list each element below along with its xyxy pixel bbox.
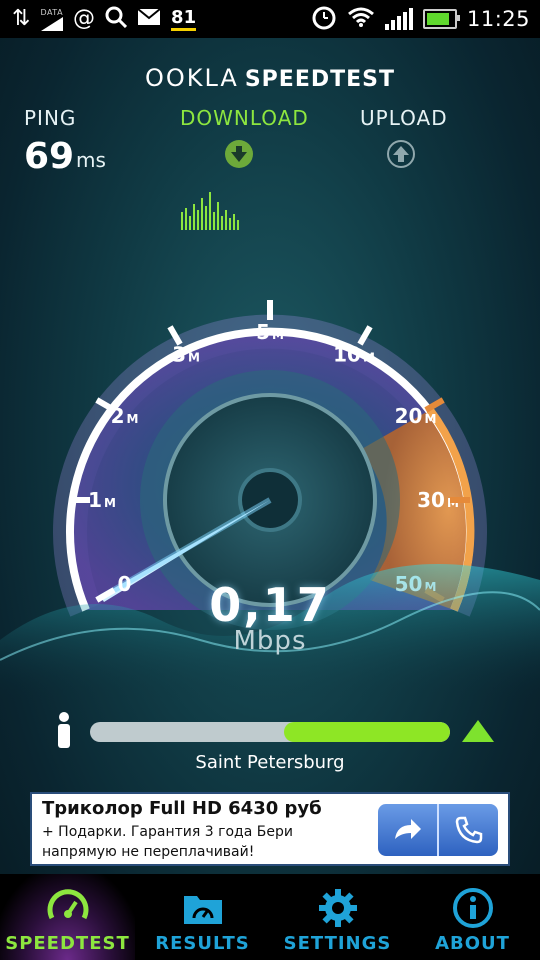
ad-text-line2: напрямую не переплачивай!	[42, 844, 255, 860]
sync-icon: ⇅	[12, 6, 31, 31]
status-bar: ⇅ DATA @ 81 11:25	[0, 0, 540, 38]
ad-text: + Подарки. Гарантия 3 года Бери напрямую…	[42, 822, 382, 862]
ad-text-line1: + Подарки. Гарантия 3 года Бери	[42, 824, 293, 840]
download-label: DOWNLOAD	[180, 106, 309, 130]
ookla-wordmark: OOKLA	[144, 64, 239, 92]
ping-label: PING	[24, 106, 77, 130]
phone-icon	[455, 816, 482, 844]
server-marker-icon	[462, 720, 494, 742]
ad-actions	[378, 804, 498, 856]
test-progress-fill	[284, 722, 450, 742]
speed-readout: 0,17	[209, 578, 331, 632]
nav-speedtest-label: SPEEDTEST	[5, 933, 130, 954]
speed-unit: Mbps	[233, 626, 307, 656]
search-icon	[105, 6, 128, 32]
gmail-icon	[137, 8, 161, 30]
ad-call-button[interactable]	[437, 804, 498, 856]
network-digits-icon: 81	[171, 7, 197, 31]
ad-title: Триколор Full HD 6430 руб	[42, 798, 322, 819]
signal-icon	[384, 8, 413, 30]
share-arrow-icon	[394, 819, 421, 839]
clock: 11:25	[466, 7, 530, 31]
nav-speedtest[interactable]: SPEEDTEST	[0, 874, 135, 960]
speedtest-wordmark: SPEEDTEST	[244, 67, 396, 92]
test-progress-bar	[90, 722, 450, 742]
nav-settings-label: SETTINGS	[283, 933, 392, 954]
upload-label: UPLOAD	[360, 106, 448, 130]
ping-value: 69	[24, 136, 75, 177]
nav-results[interactable]: RESULTS	[135, 874, 270, 960]
battery-icon	[422, 9, 460, 29]
data-icon: DATA	[40, 8, 63, 31]
nav-results-label: RESULTS	[155, 933, 250, 954]
server-location: Saint Petersburg	[195, 752, 345, 773]
bottom-nav: SPEEDTEST RESULTS SETTINGS ABOUT	[0, 874, 540, 960]
info-icon	[452, 888, 493, 928]
nav-about[interactable]: ABOUT	[405, 874, 540, 960]
wifi-icon	[347, 6, 375, 32]
upload-arrow-icon	[387, 140, 415, 168]
person-icon	[58, 712, 70, 748]
download-sparkline	[181, 192, 239, 230]
at-icon: @	[73, 6, 96, 31]
folder-icon	[183, 896, 222, 924]
ad-banner[interactable]: Триколор Full HD 6430 руб + Подарки. Гар…	[30, 792, 510, 866]
app-logo: OOKLA SPEEDTEST	[0, 64, 540, 92]
alarm-icon	[311, 4, 337, 34]
download-arrow-icon	[225, 140, 253, 168]
nav-about-label: ABOUT	[435, 933, 510, 954]
nav-settings[interactable]: SETTINGS	[270, 874, 405, 960]
ad-share-button[interactable]	[378, 804, 437, 856]
gear-icon	[318, 889, 357, 927]
ping-unit: ms	[76, 148, 106, 172]
speedometer-icon	[47, 889, 88, 920]
